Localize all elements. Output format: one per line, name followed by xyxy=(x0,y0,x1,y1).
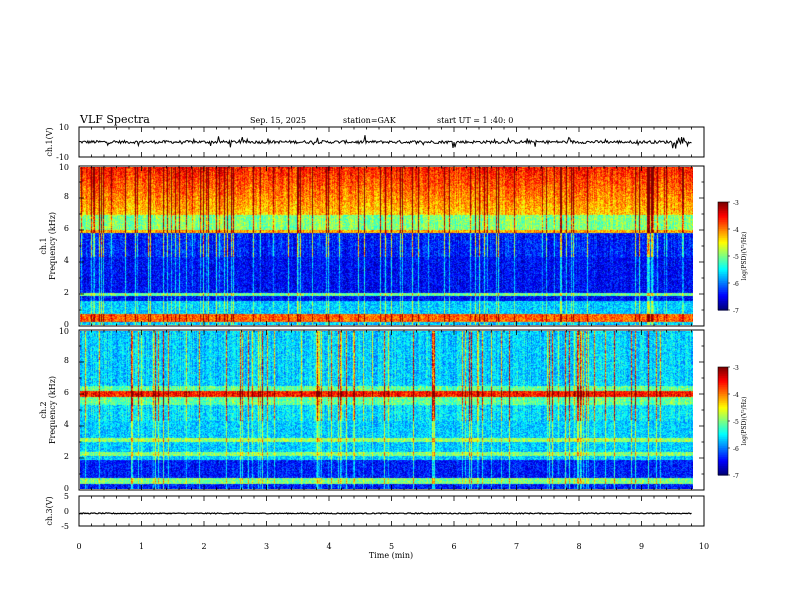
ch1-waveform-ylabel: ch.1(V) xyxy=(45,127,54,156)
ch1-spectrogram-ylabel: Frequency (kHz) xyxy=(48,212,57,280)
colorbar-tick-label: -6 xyxy=(733,446,739,453)
colorbar-tick-label: -3 xyxy=(733,365,739,372)
time-tick-0: 0 xyxy=(76,542,81,551)
ch1-ytick-top: 10 xyxy=(59,123,69,132)
ch3-waveform-trace xyxy=(78,512,692,515)
ch3-ytick-bottom: -5 xyxy=(61,522,69,531)
ch2-spectrogram-ylabel: Frequency (kHz) xyxy=(48,376,57,444)
ch1-freq-tick-6: 6 xyxy=(64,224,69,233)
colorbar-tick-label: -4 xyxy=(733,227,739,234)
ch2-freq-tick-8: 8 xyxy=(64,356,69,365)
colorbar-tick-label: -7 xyxy=(733,473,739,480)
ch2-freq-tick-6: 6 xyxy=(64,388,69,397)
ch1-spectrogram-canvas-holder xyxy=(80,167,693,325)
colorbar-tick-label: -5 xyxy=(733,419,739,426)
ch2-freq-tick-2: 2 xyxy=(64,452,69,461)
ch1-ytick-bottom: -10 xyxy=(56,153,69,162)
time-axis: 0 1 2 3 4 5 6 7 8 9 10 xyxy=(76,542,709,551)
ch1-freq-tick-10: 10 xyxy=(59,163,69,172)
time-axis-label: Time (min) xyxy=(369,551,413,560)
ch1-spectrogram-yticks: 0 2 4 6 8 10 xyxy=(59,163,69,329)
ch2-spectrogram-image xyxy=(80,331,693,489)
ch2-spectrogram-channel-label: ch.2 xyxy=(39,401,48,418)
colorbar-tick-label: -6 xyxy=(733,281,739,288)
ch1-spectrogram-image xyxy=(80,167,693,325)
ch1-freq-tick-4: 4 xyxy=(64,256,69,265)
ch2-spectrogram-yticks: 0 2 4 6 8 10 xyxy=(59,327,69,493)
ch3-ytick-mid: 0 xyxy=(64,507,69,516)
time-tick-10: 10 xyxy=(699,542,709,551)
time-tick-1: 1 xyxy=(139,542,144,551)
time-tick-2: 2 xyxy=(201,542,206,551)
ch2-freq-tick-10: 10 xyxy=(59,327,69,336)
colorbar-tick-label: -4 xyxy=(733,392,739,399)
colorbar-label: log(PSD)(V²/Hz) xyxy=(741,397,748,446)
time-tick-4: 4 xyxy=(326,542,331,551)
colorbar-tick-label: -5 xyxy=(733,254,739,261)
start-time-label: start UT = 1 :40: 0 xyxy=(437,116,513,125)
ch1-colorbar: -3 -4 -5 -6 -7 log(PSD)(V²/Hz) xyxy=(717,200,748,315)
ch2-colorbar: -3 -4 -5 -6 -7 log(PSD)(V²/Hz) xyxy=(717,365,748,480)
ch1-freq-tick-2: 2 xyxy=(64,288,69,297)
colorbar-tick-label: -3 xyxy=(733,200,739,207)
ch1-spectrogram-channel-label: ch.1 xyxy=(39,237,48,254)
time-tick-6: 6 xyxy=(451,542,456,551)
date-label: Sep. 15, 2025 xyxy=(250,116,306,125)
ch3-waveform-panel: 5 0 -5 ch.3(V) xyxy=(45,492,705,531)
time-tick-8: 8 xyxy=(576,542,581,551)
ch1-freq-tick-8: 8 xyxy=(64,192,69,201)
ch1-waveform-ticks: 10 -10 xyxy=(56,123,69,162)
ch3-waveform-ylabel: ch.3(V) xyxy=(45,496,54,525)
time-tick-3: 3 xyxy=(264,542,269,551)
figure-title: VLF Spectra xyxy=(79,113,150,126)
time-tick-9: 9 xyxy=(639,542,644,551)
time-tick-7: 7 xyxy=(514,542,519,551)
ch2-spectrogram-panel: 0 2 4 6 8 10 ch.2 Frequency (kHz) xyxy=(39,327,705,493)
colorbar-tick-label: -7 xyxy=(733,308,739,315)
ch2-spectrogram-canvas-holder xyxy=(80,331,693,489)
vlf-figure: VLF Spectra Sep. 15, 2025 station=GAK st… xyxy=(39,113,748,560)
ch3-ytick-top: 5 xyxy=(64,492,69,501)
ch1-spectrogram-panel: 0 2 4 6 8 10 ch.1 Frequency (kHz) xyxy=(39,163,705,329)
ch2-freq-tick-4: 4 xyxy=(64,420,69,429)
station-label: station=GAK xyxy=(343,116,397,125)
colorbar-label: log(PSD)(V²/Hz) xyxy=(741,232,748,281)
ch1-waveform-panel: 10 -10 ch.1(V) xyxy=(45,123,705,162)
time-tick-5: 5 xyxy=(389,542,394,551)
